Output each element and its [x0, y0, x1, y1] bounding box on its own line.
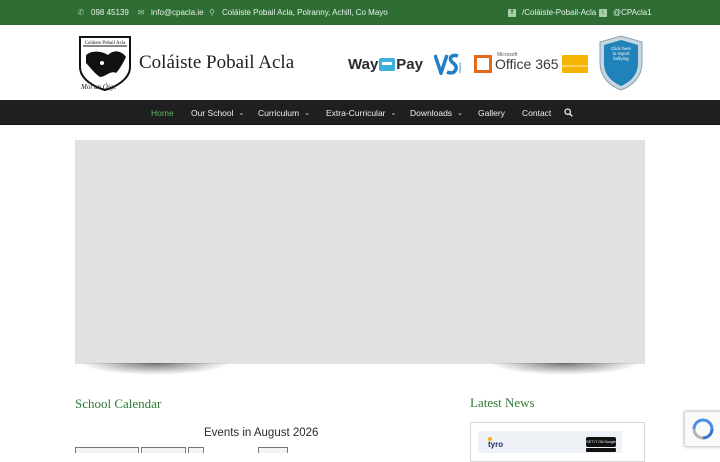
- nav-contact-label: Contact: [522, 107, 552, 118]
- phone-item[interactable]: ✆ 098 45139: [77, 0, 129, 25]
- school-motto: Mol an Óige: [81, 83, 117, 91]
- chevron-down-icon: ⌄: [457, 109, 463, 117]
- nav-extra-curricular[interactable]: Extra-Curricular ⌄: [326, 100, 396, 125]
- slider-shadow-right: [490, 363, 640, 375]
- school-name[interactable]: Coláiste Pobail Acla: [139, 52, 294, 74]
- calendar-nav-button[interactable]: [258, 447, 288, 453]
- office-label: Office 365: [495, 56, 559, 72]
- top-contact-bar: ✆ 098 45139 ✉ info@cpacla.ie ⚲ Coláiste …: [0, 0, 720, 25]
- main-nav: Home Our School ⌄ Curriculum ⌄ Extra-Cur…: [0, 100, 720, 125]
- calendar-month-select[interactable]: [75, 447, 139, 453]
- nav-curriculum[interactable]: Curriculum ⌄: [258, 100, 310, 125]
- calendar-controls: [75, 447, 288, 453]
- twitter-icon: t: [599, 8, 607, 17]
- latest-news-heading: Latest News: [470, 395, 535, 410]
- address-text: Coláiste Pobail Acla, Polranny, Achill, …: [222, 8, 388, 17]
- report-bullying-shield-button[interactable]: Click here to report bullying: [598, 35, 644, 91]
- waypay-card-icon: [379, 57, 396, 71]
- slider-shadow-left: [80, 363, 230, 375]
- recaptcha-badge[interactable]: [684, 411, 720, 447]
- tyro-logo-text: tyro: [488, 440, 504, 449]
- email-item[interactable]: ✉ info@cpacla.ie: [137, 0, 204, 25]
- chevron-down-icon: ⌄: [390, 109, 397, 117]
- crest-text: Coláiste Pobail Acla: [85, 41, 127, 46]
- nav-search-button[interactable]: [564, 100, 573, 125]
- chevron-down-icon: ⌄: [304, 109, 310, 117]
- twitter-handle: @CPAcla1: [613, 8, 652, 17]
- facebook-link[interactable]: f /Coláiste-Pobail-Acla: [508, 0, 596, 25]
- facebook-icon: f: [508, 8, 516, 17]
- email-icon: ✉: [137, 8, 145, 17]
- hero-slider[interactable]: [75, 140, 645, 364]
- nav-our-school-label: Our School: [191, 107, 234, 118]
- nav-gallery-label: Gallery: [478, 107, 505, 118]
- nav-downloads-label: Downloads: [410, 107, 453, 118]
- map-pin-icon: ⚲: [209, 8, 215, 17]
- events-month-heading: Events in August 2026: [204, 427, 319, 439]
- nav-curriculum-label: Curriculum: [258, 107, 300, 118]
- school-calendar-heading: School Calendar: [75, 396, 162, 411]
- nav-our-school[interactable]: Our School ⌄: [191, 100, 244, 125]
- recaptcha-icon: [692, 418, 714, 440]
- search-icon: [564, 108, 573, 117]
- phone-number: 098 45139: [91, 8, 129, 17]
- email-address: info@cpacla.ie: [151, 8, 204, 17]
- nav-extra-curricular-label: Extra-Curricular: [326, 107, 386, 118]
- calendar-go-button[interactable]: [188, 447, 204, 453]
- waypay-way-text: Way: [348, 55, 379, 73]
- address-item: ⚲ Coláiste Pobail Acla, Polranny, Achill…: [208, 0, 388, 25]
- waypay-link[interactable]: Way Pay: [348, 53, 423, 75]
- facebook-handle: /Coláiste-Pobail-Acla: [522, 8, 597, 17]
- nav-downloads[interactable]: Downloads ⌄: [410, 100, 463, 125]
- nav-home-label: Home: [151, 107, 174, 118]
- chevron-down-icon: ⌄: [238, 109, 245, 117]
- vsware-label: VSware: [458, 62, 462, 73]
- vsware-link[interactable]: VSware: [434, 53, 464, 75]
- waypay-pay-text: Pay: [396, 55, 423, 73]
- nav-contact[interactable]: Contact: [522, 100, 551, 125]
- bully-line3: bullying: [613, 56, 629, 61]
- mail-icon[interactable]: [562, 55, 588, 73]
- vsware-logo-icon: VSware: [434, 53, 462, 75]
- nav-gallery[interactable]: Gallery: [478, 100, 505, 125]
- site-header: Coláiste Pobail Acla Mol an Óige Coláist…: [0, 25, 720, 100]
- phone-icon: ✆: [77, 8, 85, 17]
- app-store-badge[interactable]: [586, 448, 616, 452]
- office-microsoft-label: Microsoft: [497, 52, 518, 58]
- office365-link[interactable]: Microsoft Office 365: [474, 52, 559, 75]
- office-logo-icon: [474, 55, 492, 73]
- twitter-link[interactable]: t @CPAcla1: [599, 0, 652, 25]
- calendar-year-select[interactable]: [141, 447, 186, 453]
- nav-home[interactable]: Home: [151, 100, 174, 125]
- google-play-badge[interactable]: GET IT ON Google Play: [586, 437, 616, 454]
